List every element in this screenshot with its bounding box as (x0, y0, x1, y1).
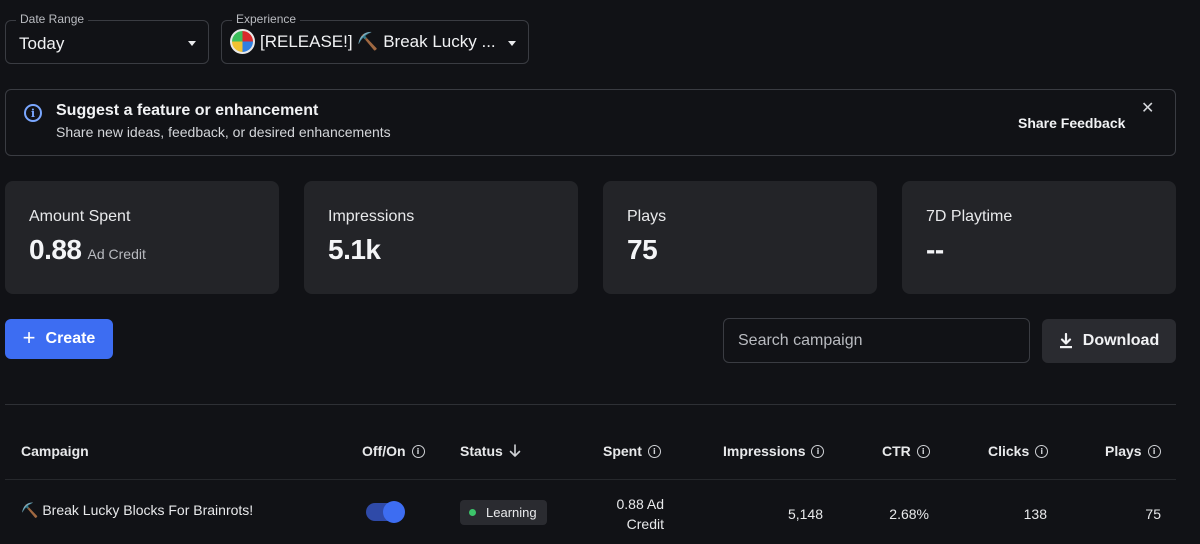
create-button[interactable]: + Create (5, 319, 113, 359)
status-label: Learning (486, 505, 537, 520)
column-header-clicks[interactable]: Clicks i (988, 443, 1049, 459)
plus-icon: + (22, 325, 36, 350)
clicks-cell: 138 (1023, 506, 1047, 522)
experience-value: [RELEASE!] ⛏️ Break Lucky ... (260, 32, 496, 51)
column-header-ctr[interactable]: CTR i (882, 443, 930, 459)
spent-line-2: Credit (626, 516, 664, 532)
experience-dropdown[interactable]: Experience [RELEASE!] ⛏️ Break Lucky ... (221, 12, 529, 64)
stat-label: Impressions (328, 208, 415, 225)
header-label: CTR (882, 443, 911, 459)
stat-value: 75 (627, 234, 658, 265)
banner-title: Suggest a feature or enhancement (56, 102, 319, 119)
divider (5, 404, 1176, 405)
feedback-banner: i Suggest a feature or enhancement Share… (5, 89, 1176, 156)
info-icon[interactable]: i (916, 444, 930, 458)
stat-label: Amount Spent (29, 208, 131, 225)
info-icon: i (24, 104, 42, 122)
date-range-dropdown[interactable]: Date Range Today (5, 12, 209, 64)
info-icon[interactable]: i (1035, 444, 1049, 458)
spent-cell: 0.88 Ad Credit (600, 494, 665, 534)
header-label: Clicks (988, 443, 1030, 459)
info-icon[interactable]: i (411, 444, 425, 458)
download-label: Download (1082, 332, 1160, 349)
header-label: Spent (603, 443, 642, 459)
campaign-toggle[interactable] (366, 501, 405, 523)
column-header-campaign[interactable]: Campaign (21, 443, 89, 459)
plays-cell: 75 (1145, 506, 1161, 522)
download-icon (1059, 333, 1072, 349)
stat-card-7d-playtime: 7D Playtime -- (902, 181, 1176, 294)
date-range-value: Today (19, 34, 65, 53)
status-dot-icon (469, 509, 476, 516)
info-icon[interactable]: i (647, 444, 661, 458)
experience-thumbnail-icon (230, 29, 255, 54)
stat-label: Plays (627, 208, 667, 225)
column-header-impressions[interactable]: Impressions i (723, 443, 825, 459)
info-icon[interactable]: i (1147, 444, 1161, 458)
caret-down-icon (188, 41, 196, 46)
header-label: Campaign (21, 443, 89, 459)
row-divider (5, 479, 1176, 480)
header-label: Status (460, 443, 503, 459)
header-label: Impressions (723, 443, 806, 459)
stat-card-impressions: Impressions 5.1k (304, 181, 578, 294)
header-label: Plays (1105, 443, 1142, 459)
create-label: Create (45, 330, 96, 347)
ctr-cell: 2.68% (889, 506, 929, 522)
impressions-cell: 5,148 (787, 506, 823, 522)
column-header-off-on[interactable]: Off/On i (362, 443, 425, 459)
date-range-label: Date Range (16, 12, 89, 26)
close-icon[interactable]: ✕ (1141, 98, 1154, 118)
caret-down-icon (508, 41, 516, 46)
header-label: Off/On (362, 443, 406, 459)
banner-subtitle: Share new ideas, feedback, or desired en… (56, 124, 391, 140)
column-header-status[interactable]: Status (460, 443, 521, 459)
stat-value: 5.1k (328, 234, 381, 265)
column-header-plays[interactable]: Plays i (1105, 443, 1161, 459)
arrow-down-icon (509, 444, 521, 457)
stat-label: 7D Playtime (926, 208, 1013, 225)
stat-card-amount-spent: Amount Spent 0.88 Ad Credit (5, 181, 279, 294)
campaign-name-link[interactable]: ⛏️ Break Lucky Blocks For Brainrots! (21, 502, 253, 519)
stat-value: -- (926, 234, 944, 265)
share-feedback-button[interactable]: Share Feedback (1018, 115, 1125, 131)
search-input[interactable] (723, 318, 1030, 363)
column-header-spent[interactable]: Spent i (603, 443, 661, 459)
status-badge: Learning (460, 500, 547, 525)
experience-label: Experience (232, 12, 301, 26)
stat-unit: Ad Credit (87, 246, 146, 262)
stat-card-plays: Plays 75 (603, 181, 877, 294)
stat-value: 0.88 (29, 234, 82, 265)
toggle-knob (383, 501, 405, 523)
download-button[interactable]: Download (1042, 319, 1176, 363)
stat-value-wrap: 0.88 Ad Credit (29, 234, 146, 266)
info-icon[interactable]: i (811, 444, 825, 458)
spent-line-1: 0.88 Ad (616, 496, 665, 512)
